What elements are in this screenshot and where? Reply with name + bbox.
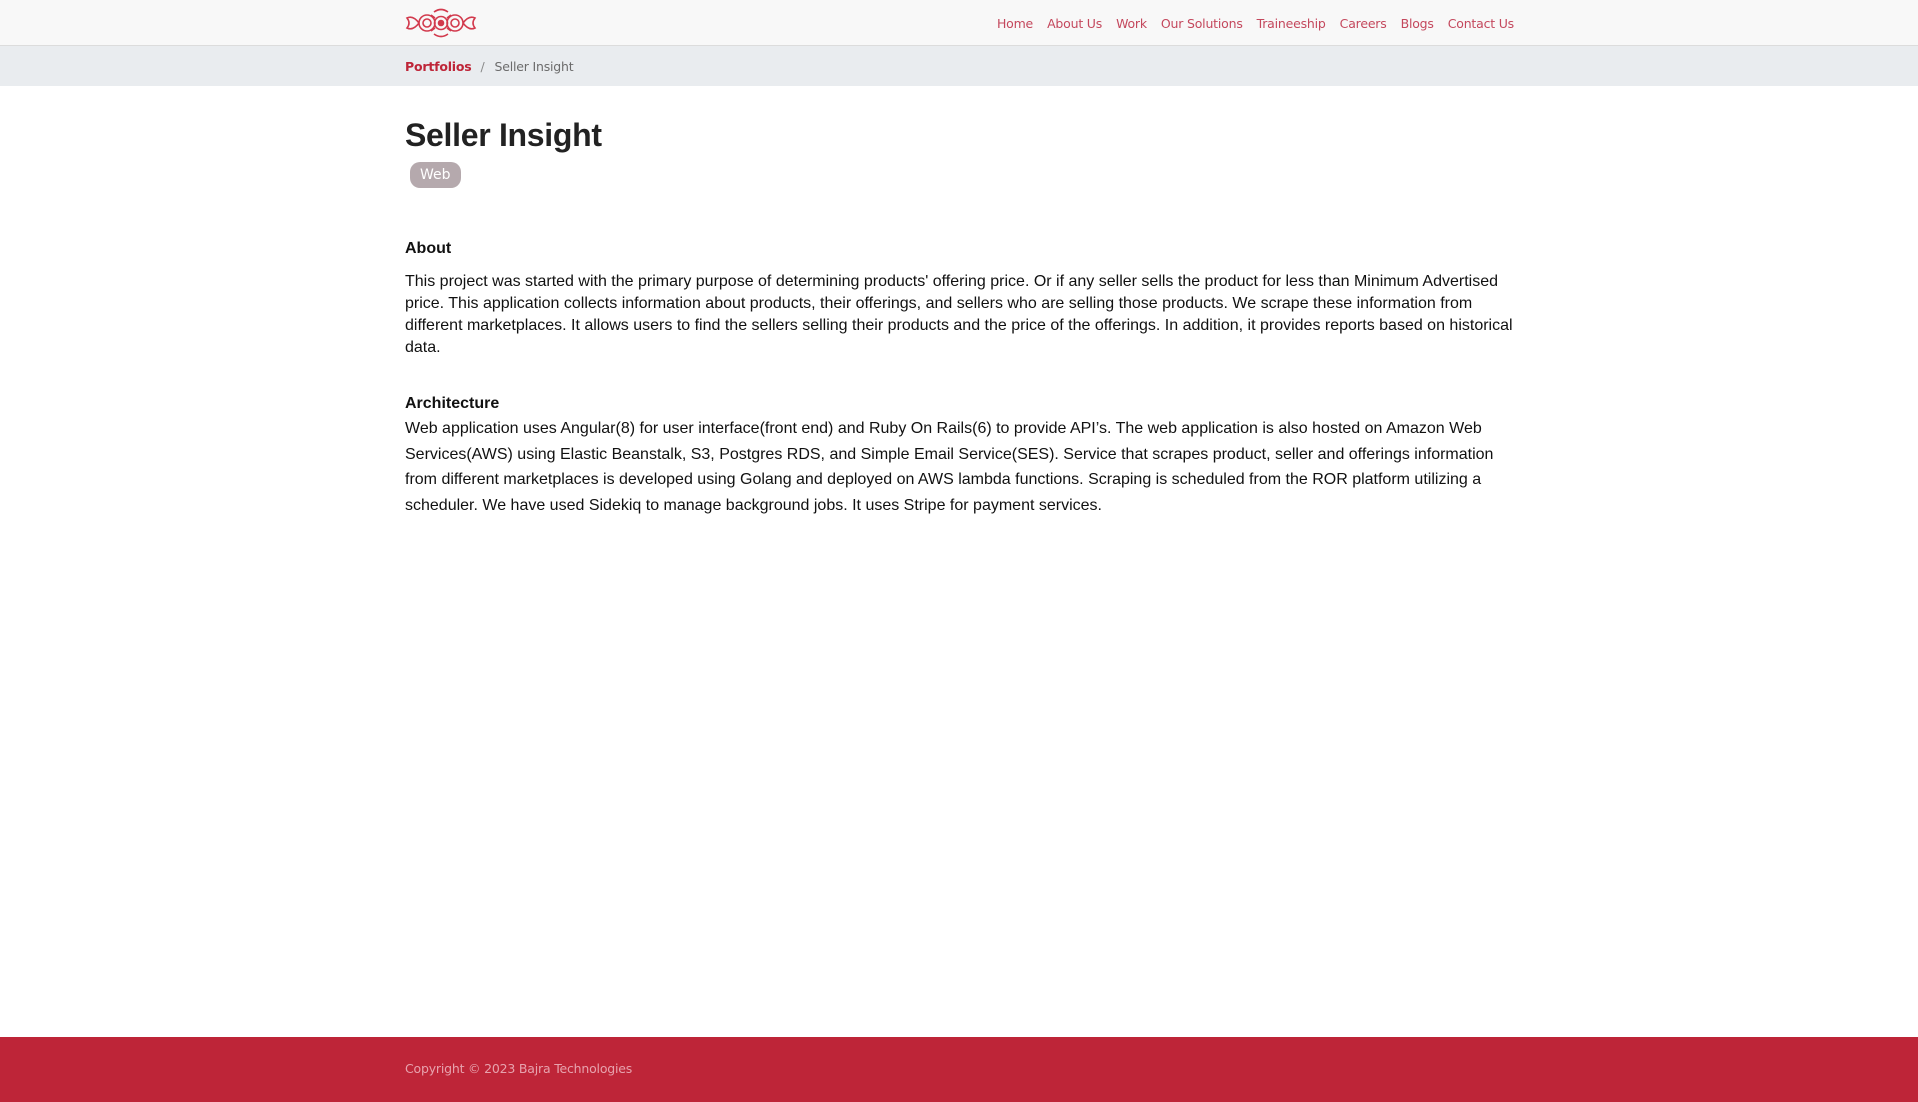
bajra-logo-icon[interactable] <box>405 6 477 40</box>
about-text: This project was started with the primar… <box>405 273 1513 356</box>
nav-our-solutions[interactable]: Our Solutions <box>1161 16 1243 31</box>
nav-contact-us[interactable]: Contact Us <box>1448 16 1514 31</box>
top-navbar: Home About Us Work Our Solutions Trainee… <box>0 0 1918 46</box>
nav-home[interactable]: Home <box>997 16 1033 31</box>
nav-blogs[interactable]: Blogs <box>1401 16 1434 31</box>
breadcrumb-container: Portfolios / Seller Insight <box>405 46 1514 86</box>
breadcrumb-portfolios-link[interactable]: Portfolios <box>405 59 472 74</box>
breadcrumb-separator: / <box>480 58 485 74</box>
project-content: Seller Insight Web About This project wa… <box>405 117 1514 514</box>
about-heading: About <box>405 240 452 257</box>
category-badge: Web <box>410 162 461 188</box>
architecture-text: Web application uses Angular(8) for user… <box>405 420 1494 514</box>
breadcrumb: Portfolios / Seller Insight <box>0 46 1918 86</box>
nav-work[interactable]: Work <box>1116 16 1147 31</box>
footer: Copyright © 2023 Bajra Technologies <box>0 1037 1918 1102</box>
architecture-heading: Architecture <box>405 395 500 412</box>
breadcrumb-current: Seller Insight <box>494 58 574 74</box>
page-title: Seller Insight <box>405 117 602 153</box>
footer-copyright: Copyright © 2023 Bajra Technologies <box>405 1061 633 1076</box>
nav-about-us[interactable]: About Us <box>1047 16 1102 31</box>
navbar-container: Home About Us Work Our Solutions Trainee… <box>405 0 1514 46</box>
nav-traineeship[interactable]: Traineeship <box>1257 16 1326 31</box>
main-nav: Home About Us Work Our Solutions Trainee… <box>997 16 1514 31</box>
nav-careers[interactable]: Careers <box>1340 16 1387 31</box>
